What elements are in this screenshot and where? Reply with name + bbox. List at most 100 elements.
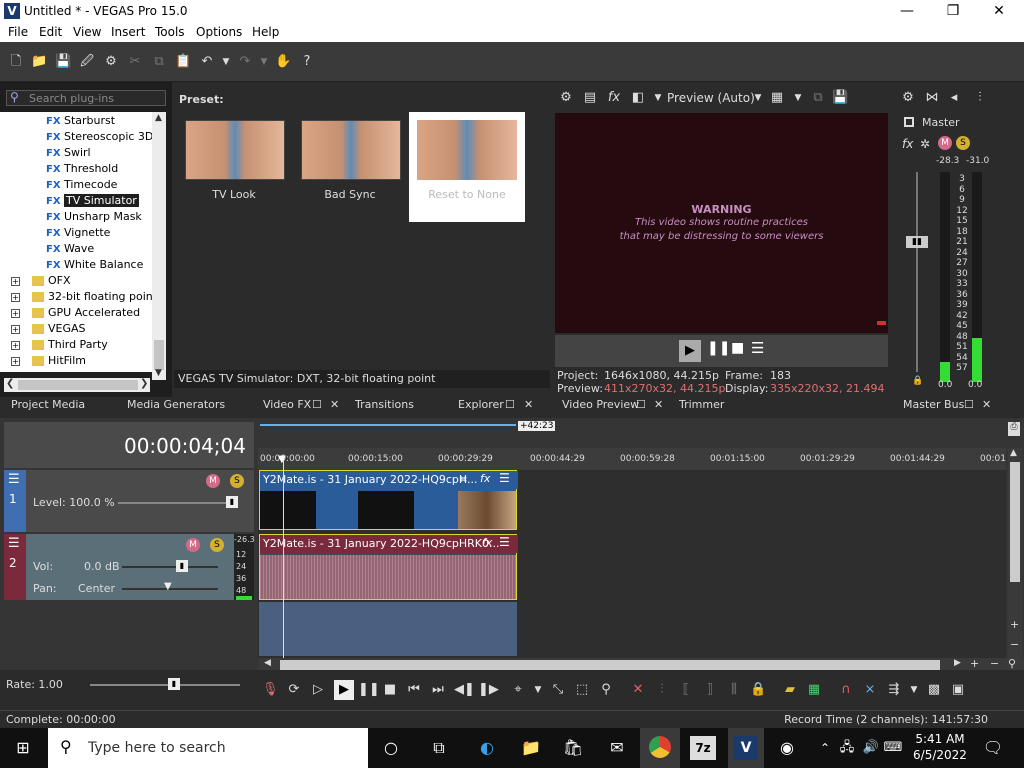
lock-envelopes-icon[interactable]: ▩ [926,682,942,698]
taskbar-search-box[interactable]: ⚲ Type here to search [48,728,368,768]
preview-menu-icon[interactable]: ☰ [751,339,764,357]
tree-item-unsharp-mask[interactable]: FX Unsharp Mask [46,210,142,226]
video-fx-icon[interactable]: fx [606,90,622,106]
preview-properties-gear-icon[interactable]: ⚙ [558,90,574,106]
timeline-panel-icon[interactable]: ⎙ [1008,422,1020,436]
stop-icon[interactable]: ■ [382,682,398,698]
region-icon[interactable]: ▦ [806,682,822,698]
tree-item-white-balance[interactable]: FX White Balance [46,258,143,274]
preview-quality-dropdown-icon[interactable]: ▼ [750,90,766,106]
tab-project-media[interactable]: Project Media [11,398,85,411]
trim-icon[interactable]: ⫶ [654,682,670,698]
zoom-edit-tool-icon[interactable]: ⚲ [598,682,614,698]
float-window-icon[interactable]: ☐ [636,398,646,411]
preset-thumb-bad-sync[interactable] [301,120,401,180]
vol-slider-track[interactable] [122,566,218,568]
new-file-icon[interactable]: 🗋 [8,54,24,70]
scroll-thumb[interactable] [1010,462,1020,582]
cortana-icon[interactable]: ○ [378,736,404,760]
expand-plus-icon[interactable]: + [11,324,20,334]
save-snapshot-icon[interactable]: 💾 [832,90,848,106]
preset-thumb-tv-look[interactable] [185,120,285,180]
audio-clip[interactable]: Y2Mate.is - 31 January 2022-HQ9cpHRK0...… [259,534,518,600]
hand-tool-icon[interactable]: ✋ [275,54,291,70]
scroll-left-icon[interactable]: ❮ [6,378,14,389]
track-menu-icon[interactable]: ☰ [8,472,20,487]
scroll-thumb[interactable] [280,660,940,670]
dim-output-icon[interactable]: ◂ [946,90,962,106]
device-output-icon[interactable]: ▤ [582,90,598,106]
zoom-in-horizontal-icon[interactable]: + [970,657,979,670]
clip-fx-icon[interactable]: fx [482,536,492,549]
undo-dropdown-icon[interactable]: ▼ [218,54,234,70]
auto-ripple-icon[interactable]: ⇶ [886,682,902,698]
vol-slider-handle[interactable]: ▮ [176,560,188,572]
master-fx-icon[interactable]: fx [902,137,913,151]
scroll-thumb[interactable] [154,340,164,370]
windows-start-icon[interactable]: ⊞ [10,736,36,760]
tree-folder-third-party[interactable]: + Third Party [11,338,108,354]
task-view-icon[interactable]: ⧉ [426,736,452,760]
zoom-out-horizontal-icon[interactable]: − [990,657,999,670]
expand-plus-icon[interactable]: + [11,308,20,318]
whats-this-help-icon[interactable]: ? [299,54,315,70]
tree-folder-32bit[interactable]: +32-bit floating point [11,290,152,306]
edge-browser-icon[interactable]: ◐ [474,736,500,760]
tree-item-threshold[interactable]: FX Threshold [46,162,118,178]
downmix-icon[interactable]: ⋈ [924,90,940,106]
tree-horizontal-scrollbar[interactable]: ❮ ❯ [4,378,150,392]
video-track-header[interactable]: ☰ 1 M S Level: 100.0 % ▮ [4,470,254,532]
auto-crossfade-icon[interactable]: ⨯ [862,682,878,698]
vegas-taskbar-button[interactable]: V [728,728,764,768]
ignore-grouping-icon[interactable]: ▣ [950,682,966,698]
master-gear-icon[interactable]: ⚙ [900,90,916,106]
clip-menu-icon[interactable]: ☰ [499,471,510,485]
cut-icon[interactable]: ✂ [127,54,143,70]
tab-media-generators[interactable]: Media Generators [127,398,225,411]
pan-slider-handle[interactable]: ▼ [164,581,172,592]
lock-icon[interactable]: 🔒 [750,682,766,698]
clip-menu-icon[interactable]: ☰ [499,535,510,549]
tree-folder-vegas[interactable]: + VEGAS [11,322,86,338]
plugin-search-input[interactable]: ⚲ Search plug-ins [6,90,166,106]
open-folder-icon[interactable]: 📁 [31,54,47,70]
close-tab-icon[interactable]: ✕ [524,398,533,411]
expand-plus-icon[interactable]: + [11,356,20,366]
loop-region-bar[interactable] [260,424,516,426]
rate-slider-track[interactable] [90,684,240,686]
mute-icon[interactable]: M [938,136,952,150]
scroll-up-icon[interactable]: ▲ [1010,448,1017,458]
video-clip[interactable]: Y2Mate.is - 31 January 2022-HQ9cpH... ⌗ … [259,470,518,530]
play-icon[interactable]: ▶ [334,680,354,700]
copy-snapshot-icon[interactable]: ⧉ [810,90,826,106]
trim-start-icon[interactable]: ⟦ [678,682,694,698]
float-window-icon[interactable]: ☐ [312,398,322,411]
mixer-sliders-icon[interactable]: ⫶ [972,90,988,106]
previous-frame-icon[interactable]: ◀❚ [454,682,475,698]
tree-folder-ofx[interactable]: + OFX [11,274,71,290]
save-as-icon[interactable]: 🖉 [79,54,95,70]
scroll-right-icon[interactable]: ❯ [140,378,148,389]
expand-plus-icon[interactable]: + [11,340,20,350]
track-mute-icon[interactable]: M [186,538,200,552]
close-button[interactable]: ✕ [976,0,1022,22]
float-window-icon[interactable]: ☐ [505,398,515,411]
snapping-magnet-icon[interactable]: ∩ [838,682,854,698]
delete-icon[interactable]: ✕ [630,682,646,698]
lock-icon[interactable]: 🔒 [912,376,923,386]
split-dropdown-icon[interactable]: ▼ [650,90,666,106]
tree-item-tv-simulator[interactable]: FX TV Simulator [46,194,139,210]
tree-item-stereoscopic[interactable]: FXStereoscopic 3D A [46,130,152,146]
tab-transitions[interactable]: Transitions [355,398,414,411]
menu-edit[interactable]: Edit [39,25,62,39]
file-explorer-icon[interactable]: 📁 [518,736,544,760]
redo-dropdown-icon[interactable]: ▼ [256,54,272,70]
overlays-dropdown-icon[interactable]: ▼ [790,90,806,106]
preview-quality-select[interactable]: Preview (Auto) [667,91,755,105]
close-tab-icon[interactable]: ✕ [330,398,339,411]
tree-item-wave[interactable]: FX Wave [46,242,94,258]
track-menu-icon[interactable]: ☰ [8,536,20,551]
track-mute-icon[interactable]: M [206,474,220,488]
overlays-grid-icon[interactable]: ▦ [769,90,785,106]
timeline-vertical-scrollbar[interactable]: ▲ + − [1008,448,1022,658]
